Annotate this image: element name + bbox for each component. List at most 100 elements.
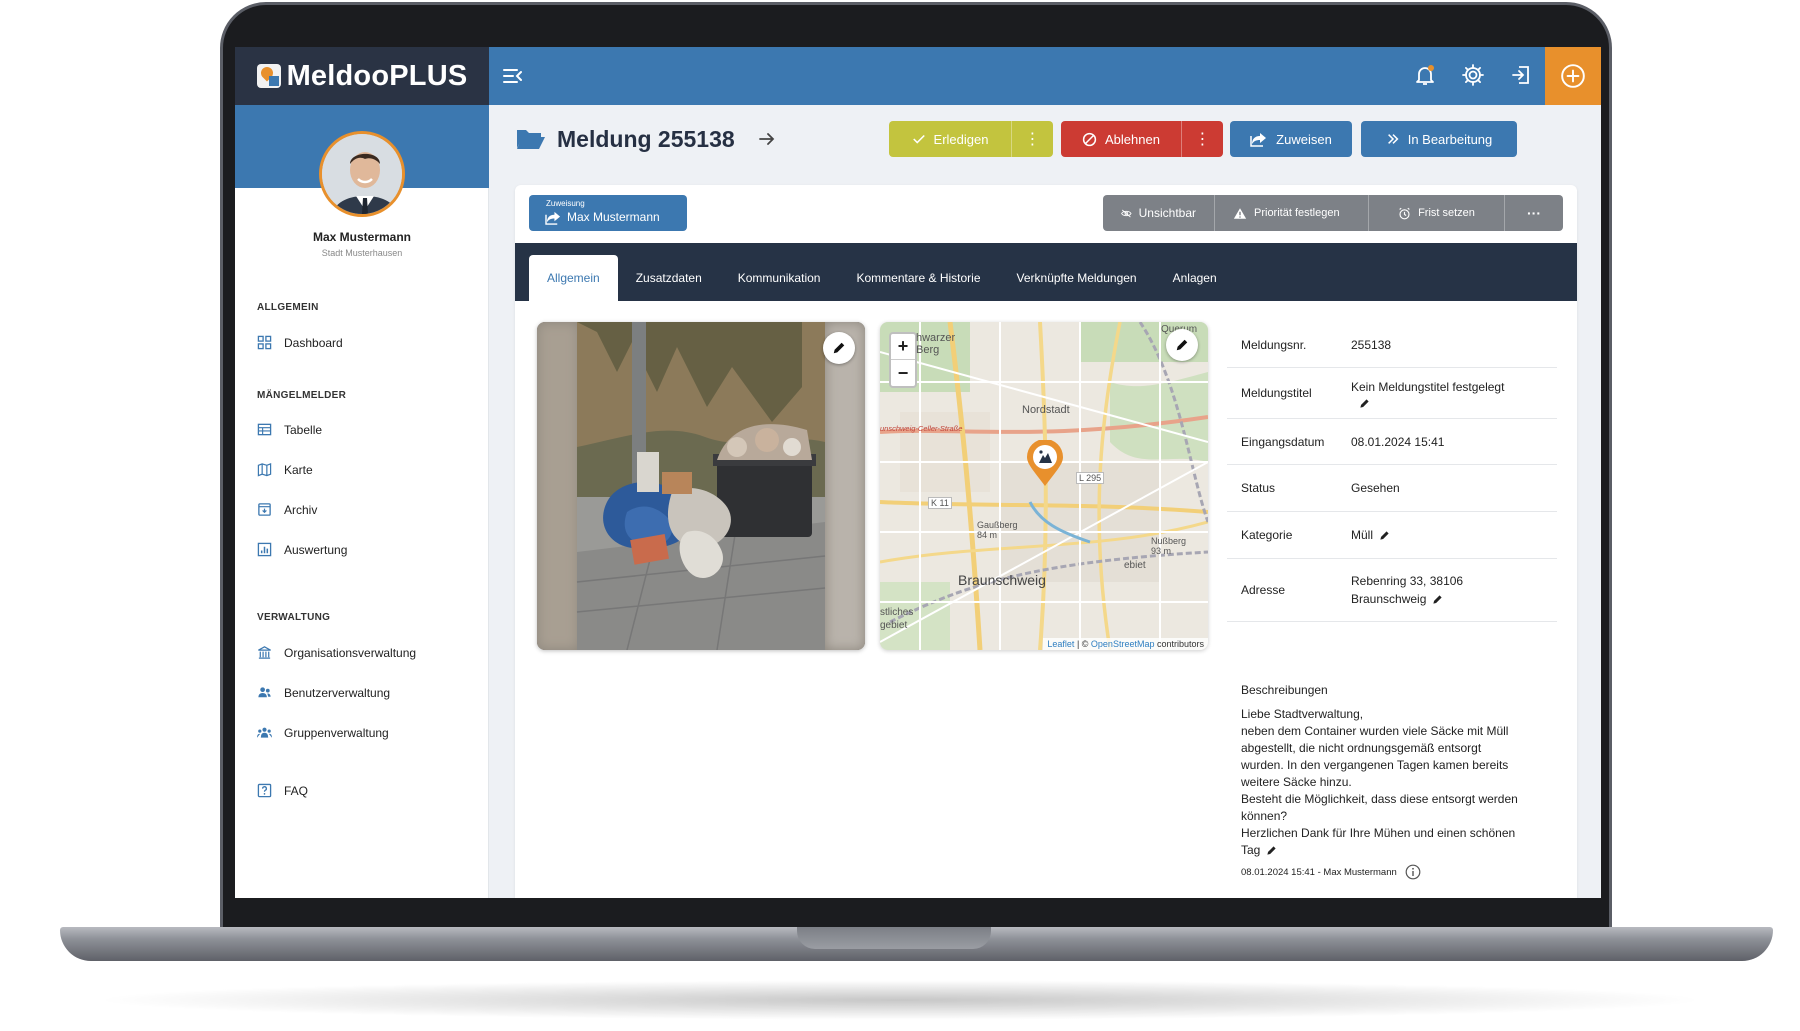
detail-key: Eingangsdatum: [1241, 434, 1325, 449]
leaflet-link[interactable]: Leaflet: [1047, 639, 1074, 649]
folder-open-icon: [517, 130, 545, 149]
map-label-ebiet: ebiet: [1124, 560, 1146, 571]
detail-key: Adresse: [1241, 583, 1286, 597]
tab-zusatzdaten[interactable]: Zusatzdaten: [618, 255, 720, 301]
menu-collapse-icon[interactable]: [501, 64, 525, 88]
pencil-icon[interactable]: [1266, 845, 1277, 856]
sidebar-item-benutzerverwaltung[interactable]: Benutzerverwaltung: [257, 685, 390, 700]
brand[interactable]: MeldooPLUS: [235, 47, 489, 105]
institution-icon: [258, 646, 271, 659]
sidebar-item-label: Auswertung: [284, 542, 348, 557]
detail-value-line2: Braunschweig: [1351, 592, 1427, 606]
reject-button[interactable]: Ablehnen: [1061, 121, 1181, 157]
done-button[interactable]: Erledigen: [889, 121, 1011, 157]
sidebar: Max Mustermann Stadt Musterhausen ALLGEM…: [235, 105, 489, 898]
sidebar-item-label: Dashboard: [284, 335, 343, 350]
users-icon: [258, 687, 271, 698]
invisible-button[interactable]: Unsichtbar: [1103, 195, 1215, 231]
detail-key: Kategorie: [1241, 528, 1293, 542]
in-progress-button[interactable]: In Bearbeitung: [1361, 121, 1517, 157]
nav-section-allgemein: ALLGEMEIN: [257, 302, 319, 313]
nussberg-height: 93 m: [1151, 546, 1172, 556]
zoom-in-button[interactable]: +: [891, 334, 915, 360]
sidebar-item-tabelle[interactable]: Tabelle: [257, 422, 322, 437]
priority-label: Priorität festlegen: [1254, 207, 1340, 219]
stliches: stliches: [880, 607, 914, 618]
sidebar-item-faq[interactable]: FAQ: [257, 783, 308, 798]
tab-bar: Allgemein Zusatzdaten Kommunikation Komm…: [515, 243, 1577, 301]
app-screen: MeldooPLUS Max Mustermann Stadt Musterha…: [235, 47, 1601, 898]
map-label-l295: L 295: [1076, 472, 1105, 484]
deadline-button[interactable]: Frist setzen: [1369, 195, 1505, 231]
map-attribution: Leaflet | © OpenStreetMap contributors: [1043, 638, 1208, 650]
info-icon[interactable]: [1405, 864, 1421, 880]
tab-allgemein[interactable]: Allgemein: [529, 255, 618, 301]
report-photo[interactable]: [537, 322, 865, 650]
archive-icon: [258, 503, 271, 516]
tab-kommentare-historie[interactable]: Kommentare & Historie: [838, 255, 998, 301]
double-chevron-right-icon: [1387, 134, 1399, 144]
pencil-icon[interactable]: [1432, 594, 1443, 605]
sidebar-item-label: Organisationsverwaltung: [284, 645, 417, 660]
osm-link[interactable]: OpenStreetMap: [1091, 639, 1155, 649]
pencil-icon: [833, 342, 845, 354]
brand-logo-icon: [256, 64, 281, 88]
report-map[interactable]: + − hwarzer Berg Querum Nordstadt unschw…: [880, 322, 1208, 650]
assign-button[interactable]: Zuweisen: [1230, 121, 1352, 157]
bell-icon[interactable]: [1411, 61, 1439, 89]
pencil-icon[interactable]: [1379, 530, 1390, 541]
assignment-chip[interactable]: Zuweisung Max Mustermann: [529, 195, 687, 231]
priority-button[interactable]: Priorität festlegen: [1215, 195, 1369, 231]
sidebar-item-archiv[interactable]: Archiv: [257, 502, 317, 517]
detail-value: 255138: [1351, 337, 1392, 352]
tab-anlagen[interactable]: Anlagen: [1155, 255, 1235, 301]
description-line: Liebe Stadtverwaltung,: [1241, 707, 1364, 721]
arrow-right-icon[interactable]: [757, 129, 777, 149]
description-line: wurden. In den vergangenen Tagen kamen b…: [1241, 758, 1509, 772]
map-marker-icon[interactable]: [1025, 440, 1065, 488]
edit-photo-button[interactable]: [823, 332, 855, 364]
attribution-sep: | ©: [1074, 639, 1091, 649]
group-icon: [257, 727, 272, 738]
zoom-out-button[interactable]: −: [891, 360, 915, 386]
profile-name: Max Mustermann: [312, 230, 412, 244]
sidebar-item-label: Archiv: [284, 502, 318, 517]
check-icon: [912, 134, 925, 144]
map-label-k11: K 11: [928, 497, 952, 509]
edit-location-button[interactable]: [1166, 329, 1198, 361]
done-more-button[interactable]: ⋮: [1011, 121, 1053, 157]
tab-verknuepfte-meldungen[interactable]: Verknüpfte Meldungen: [999, 255, 1155, 301]
map-label-nussberg: Nußberg 93 m: [1151, 536, 1186, 556]
reject-more-button[interactable]: ⋮: [1181, 121, 1223, 157]
description-line: Herzlichen Dank für Ihre Mühen und einen…: [1241, 826, 1516, 840]
gear-icon[interactable]: [1459, 61, 1487, 89]
report-card: Zuweisung Max Mustermann Unsichtbar Prio…: [515, 185, 1577, 898]
sidebar-item-label: Gruppenverwaltung: [284, 725, 389, 740]
detail-value-wrap: Kein Meldungstitel festgelegt: [1351, 368, 1557, 418]
map-label-stliches-gebiet: stliches gebiet: [880, 606, 913, 632]
sidebar-item-gruppenverwaltung[interactable]: Gruppenverwaltung: [257, 725, 389, 740]
sidebar-item-label: FAQ: [284, 783, 309, 798]
attribution-tail: contributors: [1154, 639, 1204, 649]
avatar[interactable]: [319, 131, 405, 217]
sidebar-item-dashboard[interactable]: Dashboard: [257, 335, 343, 350]
table-icon: [257, 423, 272, 436]
tab-kommunikation[interactable]: Kommunikation: [720, 255, 839, 301]
brand-name: MeldooPLUS: [286, 59, 468, 92]
pencil-icon[interactable]: [1359, 398, 1370, 409]
more-button[interactable]: ···: [1505, 195, 1563, 231]
logout-icon[interactable]: [1507, 61, 1535, 89]
detail-value: 08.01.2024 15:41: [1351, 434, 1445, 449]
description-meta: 08.01.2024 15:41 - Max Mustermann: [1241, 864, 1421, 880]
description-line: neben dem Container wurden viele Säcke m…: [1241, 724, 1509, 738]
assign-button-group: Zuweisen: [1230, 121, 1352, 157]
sidebar-item-karte[interactable]: Karte: [257, 462, 313, 477]
sidebar-item-organisationsverwaltung[interactable]: Organisationsverwaltung: [257, 645, 416, 660]
detail-row-meldungstitel: Meldungstitel Kein Meldungstitel festgel…: [1227, 368, 1557, 419]
eye-slash-icon: [1121, 209, 1132, 217]
add-report-button[interactable]: [1545, 47, 1601, 105]
sidebar-item-auswertung[interactable]: Auswertung: [257, 542, 347, 557]
sidebar-item-label: Tabelle: [284, 422, 323, 437]
detail-value: Müll: [1351, 528, 1374, 542]
nav-section-verwaltung: VERWALTUNG: [257, 612, 331, 623]
